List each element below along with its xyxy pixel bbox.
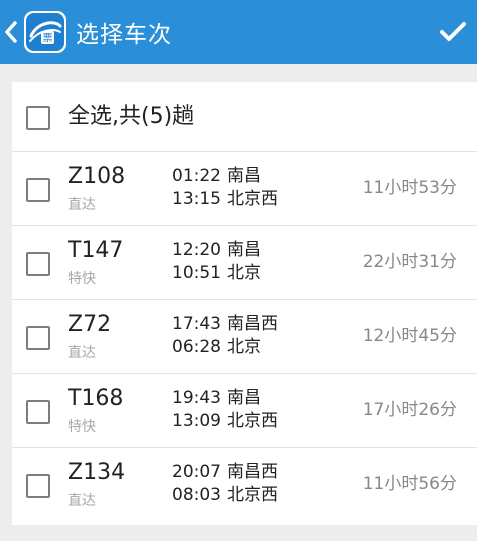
train-type: 直达 <box>68 493 96 509</box>
train-duration: 11小时56分 <box>362 474 457 494</box>
checkmark-icon <box>440 22 466 41</box>
select-all-label: 全选,共(5)趟 <box>68 104 195 129</box>
train-duration: 17小时26分 <box>362 400 457 420</box>
arrive-time: 06:28 <box>172 337 221 357</box>
arrive-time: 13:15 <box>172 189 221 209</box>
depart-time: 20:07 <box>172 462 221 482</box>
app-bar: 票 选择车次 <box>0 0 477 64</box>
train-duration: 12小时45分 <box>362 326 457 346</box>
chevron-left-icon <box>5 21 17 43</box>
train-number: T147 <box>68 238 124 263</box>
confirm-button[interactable] <box>429 0 477 64</box>
train-number: T168 <box>68 386 124 411</box>
arrive-time: 10:51 <box>172 263 221 283</box>
train-row[interactable]: T168 特快 19:43 南昌 13:09 北京西 17小时26分 <box>12 374 477 448</box>
depart-station: 南昌 <box>227 240 261 260</box>
train-duration: 11小时53分 <box>362 178 457 198</box>
arrive-station: 北京西 <box>227 411 278 431</box>
arrive-time: 08:03 <box>172 485 221 505</box>
train-row[interactable]: Z72 直达 17:43 南昌西 06:28 北京 12小时45分 <box>12 300 477 374</box>
train-schedule: 01:22 南昌 13:15 北京西 <box>172 165 278 211</box>
train-type: 直达 <box>68 197 96 213</box>
depart-time: 12:20 <box>172 240 221 260</box>
depart-time: 01:22 <box>172 166 221 186</box>
select-all-row[interactable]: 全选,共(5)趟 <box>12 82 477 152</box>
train-number: Z72 <box>68 312 112 337</box>
page-title: 选择车次 <box>76 22 172 48</box>
depart-station: 南昌西 <box>227 314 278 334</box>
train-checkbox[interactable] <box>26 325 50 350</box>
depart-time: 17:43 <box>172 314 221 334</box>
arrive-time: 13:09 <box>172 411 221 431</box>
arrive-station: 北京西 <box>227 189 278 209</box>
arrive-station: 北京西 <box>227 485 278 505</box>
arrive-station: 北京 <box>227 263 261 283</box>
arrive-station: 北京 <box>227 337 261 357</box>
depart-station: 南昌 <box>227 388 261 408</box>
depart-station: 南昌西 <box>227 462 278 482</box>
train-type: 特快 <box>68 271 96 287</box>
train-type: 直达 <box>68 345 96 361</box>
train-ticket-app-icon: 票 <box>24 11 66 53</box>
train-number: Z108 <box>68 164 126 189</box>
train-row[interactable]: Z108 直达 01:22 南昌 13:15 北京西 11小时53分 <box>12 152 477 226</box>
app-icon-text: 票 <box>43 33 53 45</box>
select-all-checkbox[interactable] <box>26 105 50 130</box>
train-checkbox[interactable] <box>26 399 50 424</box>
depart-station: 南昌 <box>227 166 261 186</box>
train-schedule: 19:43 南昌 13:09 北京西 <box>172 387 278 433</box>
train-type: 特快 <box>68 419 96 435</box>
train-checkbox[interactable] <box>26 251 50 276</box>
back-button[interactable] <box>0 0 22 64</box>
train-list: 全选,共(5)趟 Z108 直达 01:22 南昌 13:15 北京西 11小时53… <box>12 82 477 525</box>
train-duration: 22小时31分 <box>362 252 457 272</box>
train-checkbox[interactable] <box>26 177 50 202</box>
train-number: Z134 <box>68 460 126 485</box>
train-row[interactable]: T147 特快 12:20 南昌 10:51 北京 22小时31分 <box>12 226 477 300</box>
train-schedule: 12:20 南昌 10:51 北京 <box>172 239 261 285</box>
train-checkbox[interactable] <box>26 474 50 498</box>
train-schedule: 20:07 南昌西 08:03 北京西 <box>172 461 278 507</box>
train-row[interactable]: Z134 直达 20:07 南昌西 08:03 北京西 11小时56分 <box>12 448 477 522</box>
train-schedule: 17:43 南昌西 06:28 北京 <box>172 313 278 359</box>
depart-time: 19:43 <box>172 388 221 408</box>
